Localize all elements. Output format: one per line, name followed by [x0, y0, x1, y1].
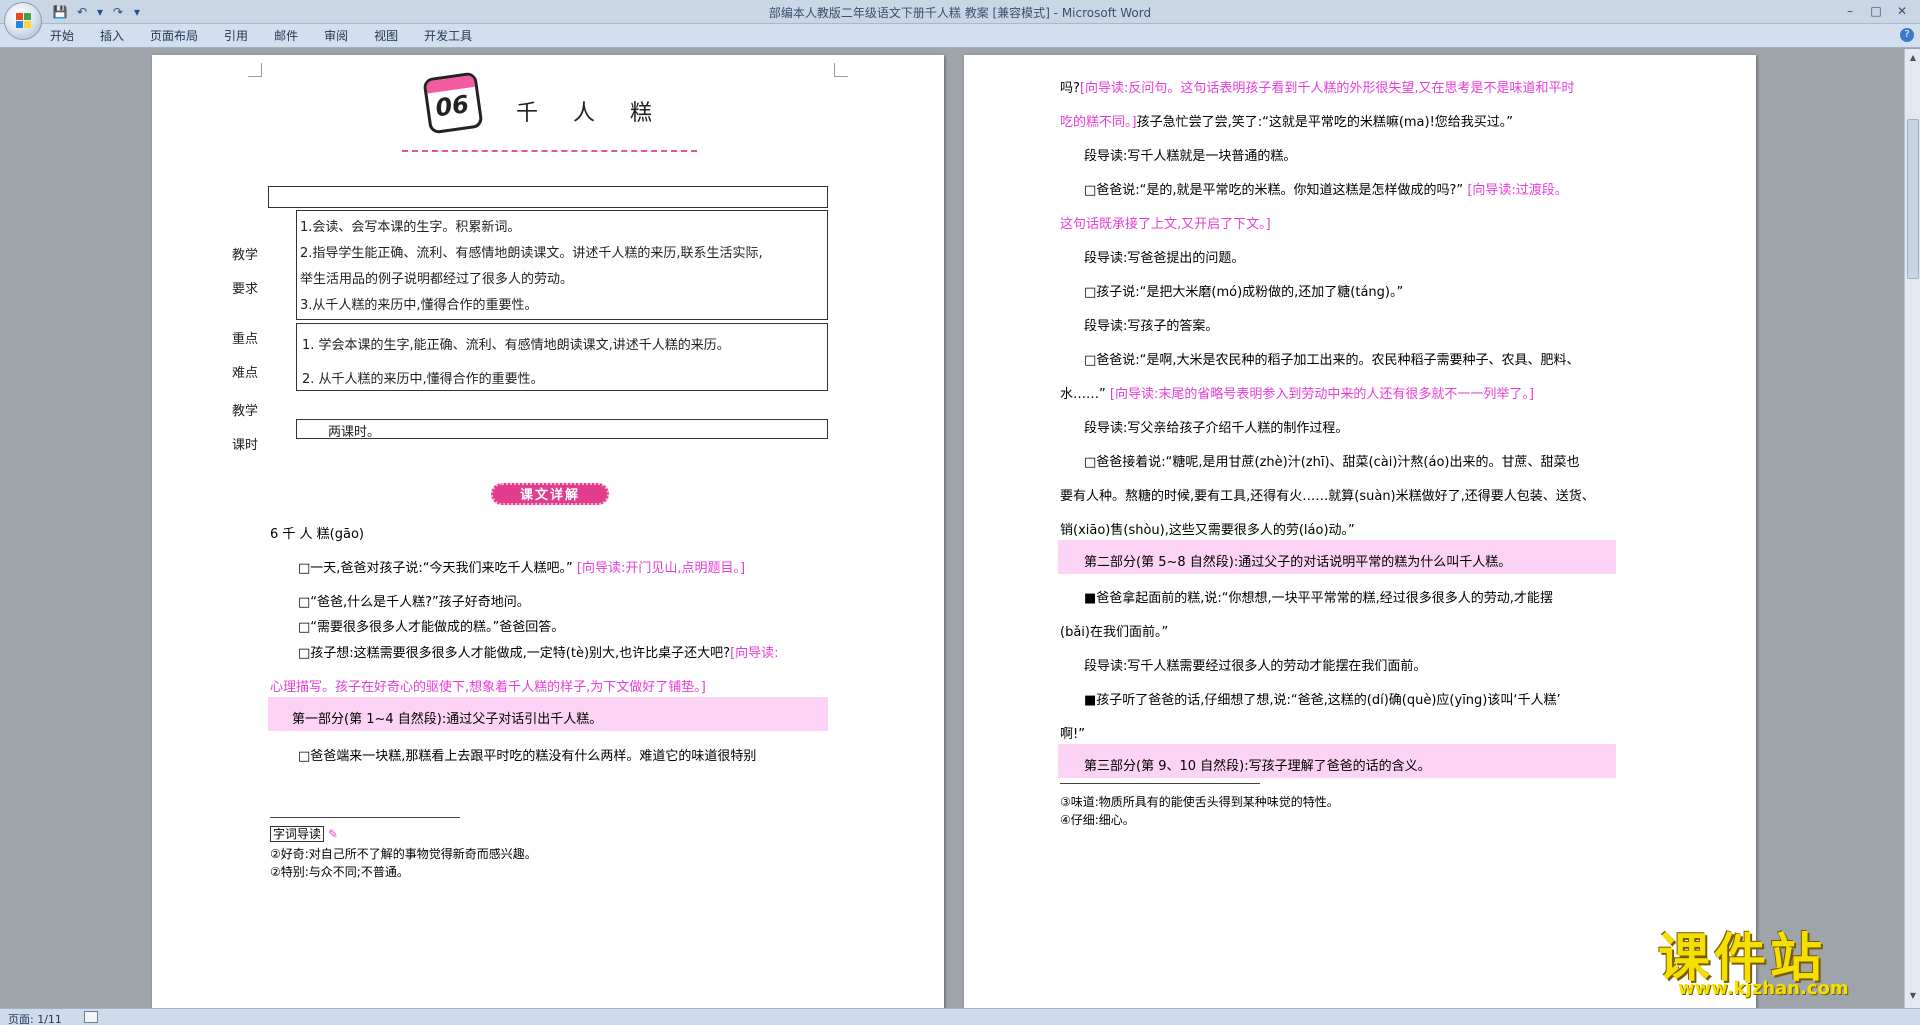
tab-view[interactable]: 视图	[374, 28, 398, 44]
table-header-row	[268, 186, 828, 208]
req-label: 教学 要求	[232, 248, 259, 297]
maximize-icon[interactable]: □	[1864, 2, 1888, 20]
ribbon-tab-bar: 开始 插入 页面布局 引用 邮件 审阅 视图 开发工具 ?	[0, 24, 1920, 48]
right-line-8: 段导读:写孩子的答案。	[1084, 319, 1219, 334]
right-line-4: □爸爸说:“是的,就是平常吃的米糕。你知道这糕是怎样做成的吗?” [向导读:过渡…	[1084, 183, 1568, 198]
right-line-14: 销(xiāo)售(shòu),这些又需要很多人的劳(láo)动。”	[1060, 523, 1355, 538]
window-controls: – □ ✕	[1838, 2, 1914, 20]
right-line-19: 啊!”	[1060, 727, 1085, 742]
right-line-15: ■爸爸拿起面前的糕,说:“你想想,一块平平常常的糕,经过很多很多人的劳动,才能摆	[1084, 591, 1553, 606]
ribbon-tabs: 开始 插入 页面布局 引用 邮件 审阅 视图 开发工具	[50, 28, 472, 44]
title-bar: 💾 ↶ ▾ ↷ ▾ 部编本人教版二年级语文下册千人糕 教案 [兼容模式] - M…	[0, 0, 1920, 24]
tab-review[interactable]: 审阅	[324, 28, 348, 44]
right-line-10: 水……” [向导读:末尾的省略号表明参入到劳动中来的人还有很多就不一一列举了。]	[1060, 387, 1534, 402]
text-heading: 6 千 人 糕(gāo)	[270, 527, 364, 542]
window-title: 部编本人教版二年级语文下册千人糕 教案 [兼容模式] - Microsoft W…	[768, 6, 1152, 20]
right-line-11: 段导读:写父亲给孩子介绍千人糕的制作过程。	[1084, 421, 1349, 436]
title-underline	[402, 150, 697, 152]
paragraph-4-note: 心理描写。孩子在好奇心的驱使下,想象着千人糕的样子,为下文做好了铺垫。]	[270, 680, 706, 695]
status-bar: 页面: 1/11	[0, 1008, 1920, 1025]
page-left[interactable]: 06 千 人 糕 教学 要求 1.会读、会写本课的生字。积累新词。 2.指导学生…	[152, 55, 944, 1008]
lesson-number: 06	[433, 89, 471, 123]
right-line-18: ■孩子听了爸爸的话,仔细想了想,说:“爸爸,这糕的(dí)确(què)应(yīn…	[1084, 693, 1561, 708]
minimize-icon[interactable]: –	[1838, 2, 1862, 20]
footnote-1: 字词导读 ✎	[270, 825, 338, 842]
right-line-9: □爸爸说:“是啊,大米是农民种的稻子加工出来的。农民种稻子需要种子、农具、肥料、	[1084, 353, 1580, 368]
help-icon[interactable]: ?	[1900, 28, 1914, 42]
crop-mark	[248, 63, 262, 77]
footnote-2: ②好奇:对自己所不了解的事物觉得新奇而感兴趣。	[270, 847, 537, 861]
tab-insert[interactable]: 插入	[100, 28, 124, 44]
footnote-rule	[270, 817, 460, 818]
document-area[interactable]: 06 千 人 糕 教学 要求 1.会读、会写本课的生字。积累新词。 2.指导学生…	[0, 49, 1904, 1008]
right-line-3: 段导读:写千人糕就是一块普通的糕。	[1084, 149, 1297, 164]
paragraph-1: □一天,爸爸对孩子说:“今天我们来吃千人糕吧。” [向导读:开门见山,点明题目。…	[298, 561, 746, 576]
tab-home[interactable]: 开始	[50, 28, 74, 44]
section-2-text: 第二部分(第 5~8 自然段):通过父子的对话说明平常的糕为什么叫千人糕。	[1084, 555, 1512, 570]
watermark-url: www.kjzhan.com	[1678, 978, 1849, 999]
tab-references[interactable]: 引用	[224, 28, 248, 44]
lesson-title: 千 人 糕	[516, 101, 666, 126]
paragraph-5: □爸爸端来一块糕,那糕看上去跟平时吃的糕没有什么两样。难道它的味道很特别	[298, 749, 757, 764]
page-indicator[interactable]: 页面: 1/11	[8, 1011, 62, 1025]
crop-mark	[834, 63, 848, 77]
key-items: 1. 学会本课的生字,能正确、流利、有感情地朗读课文,讲述千人糕的来历。 2. …	[302, 338, 730, 387]
footnote-rule	[1060, 783, 1260, 784]
right-line-1: 吗?[向导读:反问句。这句话表明孩子看到千人糕的外形很失望,又在思考是不是味道和…	[1060, 81, 1575, 96]
section-1-text: 第一部分(第 1~4 自然段):通过父子对话引出千人糕。	[292, 712, 603, 727]
tab-developer[interactable]: 开发工具	[424, 28, 472, 44]
paragraph-2: □“爸爸,什么是千人糕?”孩子好奇地问。	[298, 595, 530, 610]
scroll-down-icon[interactable]: ▼	[1906, 989, 1920, 1003]
right-line-2: 吃的糕不同。]孩子急忙尝了尝,笑了:“这就是平常吃的米糕嘛(ma)!您给我买过。…	[1060, 115, 1514, 130]
paragraph-4: □孩子想:这糕需要很多很多人才能做成,一定特(tè)别大,也许比桌子还大吧?[向…	[298, 646, 779, 661]
page-right[interactable]: 吗?[向导读:反问句。这句话表明孩子看到千人糕的外形很失望,又在思考是不是味道和…	[964, 55, 1756, 1008]
tab-page-layout[interactable]: 页面布局	[150, 28, 198, 44]
close-icon[interactable]: ✕	[1890, 2, 1914, 20]
time-value: 两课时。	[328, 425, 381, 440]
time-label: 教学 课时	[232, 404, 259, 453]
footnote-3: ②特别:与众不同;不普通。	[270, 865, 409, 879]
right-line-12: □爸爸接着说:“糖呢,是用甘蔗(zhè)汁(zhī)、甜菜(cài)汁熬(áo)…	[1084, 455, 1580, 470]
right-line-17: 段导读:写千人糕需要经过很多人的劳动才能摆在我们面前。	[1084, 659, 1427, 674]
right-line-7: □孩子说:“是把大米磨(mó)成粉做的,还加了糖(táng)。”	[1084, 285, 1404, 300]
footnote-r2: ④仔细:细心。	[1060, 813, 1135, 827]
right-line-5: 这句话既承接了上文,又开启了下文。]	[1060, 217, 1271, 232]
office-logo-icon	[16, 13, 32, 29]
watermark: 课件站 www.kjzhan.com	[1658, 916, 1898, 999]
right-line-13: 要有人种。熬糖的时候,要有工具,还得有火……就算(suàn)米糕做好了,还得要人…	[1060, 489, 1595, 504]
calendar-icon: 06	[422, 71, 484, 135]
scroll-up-icon[interactable]: ▲	[1906, 51, 1920, 65]
spelling-status-icon[interactable]	[84, 1011, 98, 1023]
footnote-r1: ③味道:物质所具有的能使舌头得到某种味觉的特性。	[1060, 795, 1339, 809]
section-3-text: 第三部分(第 9、10 自然段):写孩子理解了爸爸的话的含义。	[1084, 759, 1431, 774]
key-label: 重点 难点	[232, 332, 259, 381]
right-line-16: (bǎi)在我们面前。”	[1060, 625, 1169, 640]
vertical-scrollbar[interactable]: ▲ ▼	[1904, 49, 1920, 1008]
office-button[interactable]	[4, 2, 42, 40]
text-detail-banner: 课文详解	[491, 483, 609, 505]
right-line-6: 段导读:写爸爸提出的问题。	[1084, 251, 1245, 266]
scroll-thumb[interactable]	[1907, 119, 1919, 279]
tab-mailings[interactable]: 邮件	[274, 28, 298, 44]
req-items: 1.会读、会写本课的生字。积累新词。 2.指导学生能正确、流利、有感情地朗读课文…	[300, 220, 763, 313]
paragraph-3: □“需要很多很多人才能做成的糕。”爸爸回答。	[298, 620, 565, 635]
